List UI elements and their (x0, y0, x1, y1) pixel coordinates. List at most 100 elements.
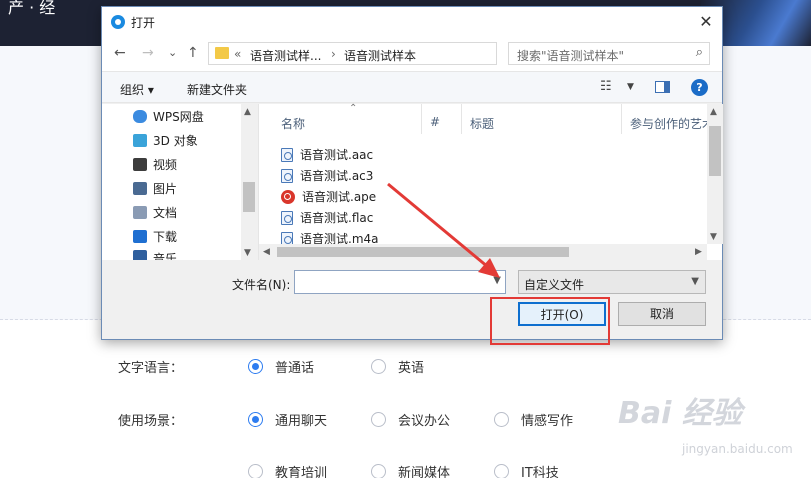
nav-item-label: 音乐 (153, 252, 178, 260)
file-list: ⌃ 名称 # 标题 参与创作的艺术 语音测试.aac 语音测试.ac3 语音测试… (258, 103, 723, 260)
cancel-button[interactable]: 取消 (618, 302, 706, 326)
nav-item-pictures[interactable]: 图片 (133, 180, 177, 197)
breadcrumb-separator: › (331, 47, 336, 61)
nav-pane-scrollbar[interactable]: ▲ ▼ (241, 104, 257, 260)
file-type-value: 自定义文件 (524, 278, 585, 292)
baidu-watermark: Bai 经验 (618, 396, 742, 431)
file-type-select[interactable]: 自定义文件 ▼ (518, 270, 706, 294)
column-header-label: # (430, 115, 441, 129)
radio-circle (248, 464, 263, 478)
preview-pane-icon[interactable] (655, 81, 670, 93)
file-row[interactable]: 语音测试.ac3 (281, 167, 373, 184)
chevron-down-icon[interactable]: ▼ (493, 275, 501, 286)
nav-item-label: 图片 (153, 182, 178, 196)
nav-item-wps-cloud[interactable]: WPS网盘 (133, 108, 204, 125)
file-row[interactable]: 语音测试.ape (281, 188, 376, 205)
sort-ascending-icon: ⌃ (349, 103, 358, 114)
navigation-bar: ← → ⌄ ↑ « 语音测试样... › 语音测试样本 ▼ ↻ 搜索"语音测试样… (102, 37, 722, 71)
column-header-label: 参与创作的艺术 (630, 117, 707, 131)
filename-input[interactable]: ▼ (294, 270, 506, 294)
radio-general-chat[interactable]: 通用聊天 (248, 410, 327, 429)
breadcrumb-current[interactable]: 语音测试样本 (344, 47, 416, 64)
scrollbar-thumb[interactable] (277, 247, 569, 257)
column-header-artists[interactable]: 参与创作的艺术 (622, 104, 707, 134)
radio-meeting[interactable]: 会议办公 (371, 410, 450, 429)
radio-circle (371, 412, 386, 427)
radio-label: 通用聊天 (275, 414, 328, 429)
radio-circle (248, 412, 263, 427)
column-header-number[interactable]: # (422, 104, 462, 134)
file-name: 语音测试.flac (300, 211, 374, 225)
recent-locations-icon[interactable]: ⌄ (168, 46, 177, 59)
nav-item-label: 3D 对象 (153, 134, 198, 148)
radio-emotional-writing[interactable]: 情感写作 (494, 410, 573, 429)
back-arrow-icon[interactable]: ← (114, 45, 126, 61)
new-folder-button[interactable]: 新建文件夹 (187, 81, 247, 98)
music-note-icon (133, 250, 147, 260)
breadcrumb-parent[interactable]: 语音测试样... (250, 47, 321, 64)
scroll-down-arrow-icon[interactable]: ▼ (244, 248, 251, 258)
nav-item-label: WPS网盘 (153, 110, 204, 124)
radio-circle (494, 464, 509, 478)
file-row[interactable]: 语音测试.flac (281, 209, 373, 226)
search-box[interactable]: 搜索"语音测试样本" ⌕ (508, 42, 710, 65)
scroll-up-arrow-icon[interactable]: ▲ (244, 107, 251, 117)
radio-mandarin[interactable]: 普通话 (248, 357, 314, 376)
app-icon (111, 15, 125, 29)
help-icon[interactable]: ? (691, 79, 708, 96)
nav-item-3d-objects[interactable]: 3D 对象 (133, 132, 198, 149)
nav-item-label: 视频 (153, 158, 178, 172)
radio-label: 英语 (398, 361, 425, 376)
scene-label: 使用场景： (118, 414, 184, 429)
view-dropdown-icon[interactable]: ▼ (627, 82, 634, 92)
folder-icon (215, 47, 229, 59)
scroll-right-arrow-icon[interactable]: ▶ (695, 247, 702, 257)
page-header-title: 产 · 经 (8, 0, 56, 17)
breadcrumb-overflow[interactable]: « (234, 47, 241, 61)
search-placeholder: 搜索"语音测试样本" (517, 49, 625, 63)
organize-button[interactable]: 组织 ▾ (120, 81, 154, 98)
view-options-icon[interactable]: ☷ (600, 79, 612, 94)
scroll-left-arrow-icon[interactable]: ◀ (263, 247, 270, 257)
scroll-up-arrow-icon[interactable]: ▲ (710, 107, 717, 117)
file-row[interactable]: 语音测试.aac (281, 146, 373, 163)
search-icon[interactable]: ⌕ (696, 45, 703, 60)
radio-english[interactable]: 英语 (371, 357, 424, 376)
audio-file-icon (281, 168, 293, 183)
scroll-down-arrow-icon[interactable]: ▼ (710, 232, 717, 242)
radio-circle (371, 464, 386, 478)
nav-item-downloads[interactable]: 下载 (133, 228, 177, 245)
file-list-horizontal-scrollbar[interactable]: ◀ ▶ (259, 244, 707, 260)
radio-education[interactable]: 教育培训 (248, 462, 327, 478)
address-bar[interactable]: « 语音测试样... › 语音测试样本 ▼ (208, 42, 569, 65)
nav-item-documents[interactable]: 文档 (133, 204, 177, 221)
nav-item-videos[interactable]: 视频 (133, 156, 177, 173)
audio-file-icon (281, 210, 293, 225)
nav-item-label: 文档 (153, 206, 178, 220)
scrollbar-thumb[interactable] (709, 126, 721, 176)
file-name: 语音测试.ac3 (300, 169, 374, 183)
open-file-dialog: 打开 ✕ ← → ⌄ ↑ « 语音测试样... › 语音测试样本 ▼ ↻ 搜索"… (101, 6, 723, 340)
column-header-title[interactable]: 标题 (462, 104, 622, 134)
close-icon[interactable]: ✕ (694, 10, 718, 34)
scrollbar-thumb[interactable] (243, 182, 255, 212)
radio-circle (371, 359, 386, 374)
radio-label: IT科技 (521, 466, 559, 478)
radio-it-tech[interactable]: IT科技 (494, 462, 559, 478)
radio-label: 普通话 (275, 361, 315, 376)
nav-item-music[interactable]: 音乐 (133, 250, 177, 260)
file-list-vertical-scrollbar[interactable]: ▲ ▼ (707, 104, 723, 244)
column-header-name[interactable]: ⌃ 名称 (259, 103, 422, 134)
radio-news-media[interactable]: 新闻媒体 (371, 462, 450, 478)
cube-icon (133, 134, 147, 147)
netease-music-icon (281, 189, 295, 204)
chevron-down-icon[interactable]: ▼ (691, 276, 699, 287)
document-icon (133, 206, 147, 219)
radio-circle (248, 359, 263, 374)
file-name: 语音测试.aac (300, 148, 374, 162)
up-arrow-icon[interactable]: ↑ (187, 45, 199, 61)
dialog-title: 打开 (131, 16, 156, 30)
radio-circle (494, 412, 509, 427)
radio-label: 教育培训 (275, 466, 328, 478)
forward-arrow-icon[interactable]: → (142, 45, 154, 61)
